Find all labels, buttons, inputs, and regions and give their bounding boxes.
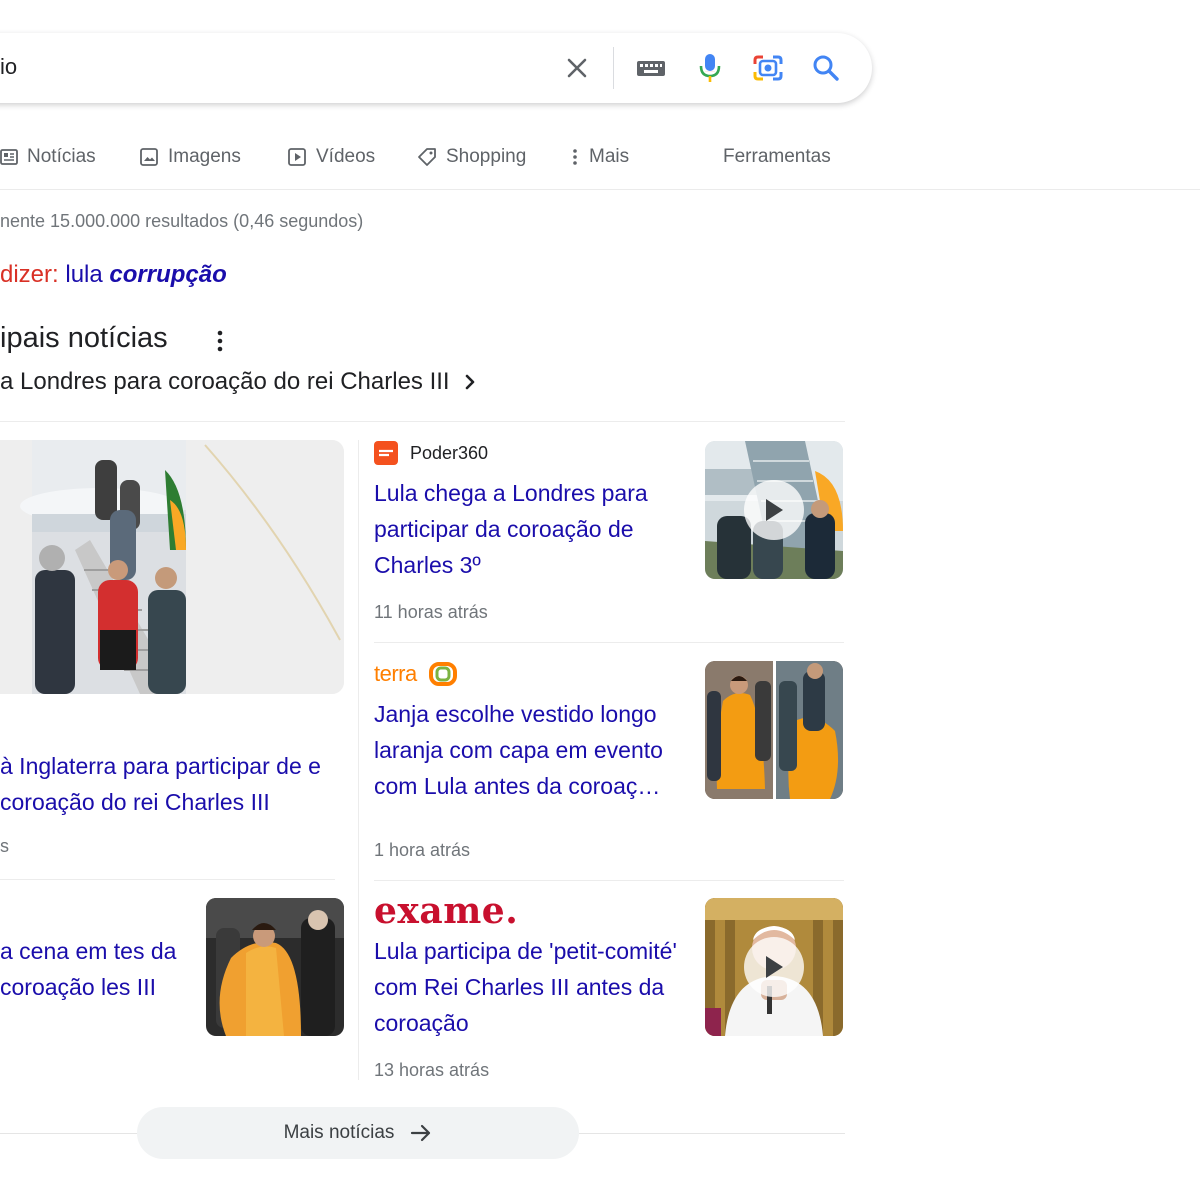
news-source-name: exame. <box>374 890 519 932</box>
news-source: terra <box>374 661 457 687</box>
section-divider <box>0 421 845 422</box>
tab-images-label: Imagens <box>168 146 241 167</box>
search-bar[interactable]: io <box>0 33 872 103</box>
did-you-mean: dizer: lula corrupção <box>0 261 227 289</box>
tab-videos-label: Vídeos <box>316 146 376 167</box>
tab-more[interactable]: Mais <box>570 140 629 174</box>
news-card-thumbnail[interactable] <box>705 441 843 579</box>
more-news-label: Mais notícias <box>283 1122 395 1143</box>
news-source-name: terra <box>374 661 417 686</box>
left-story-thumbnail[interactable] <box>206 898 344 1036</box>
camera-lens-icon[interactable] <box>750 50 786 86</box>
play-icon <box>766 499 783 521</box>
tab-tools[interactable]: Ferramentas <box>723 140 831 174</box>
news-card[interactable]: terra Janja escolhe vestido longo laranj… <box>374 661 844 867</box>
column-divider <box>358 440 359 1080</box>
more-options-icon[interactable] <box>208 326 232 356</box>
did-you-mean-prefix: dizer: <box>0 261 59 288</box>
news-source: Poder360 <box>374 441 488 465</box>
tab-shopping[interactable]: Shopping <box>417 140 526 174</box>
full-coverage-label: a Londres para coroação do rei Charles I… <box>0 368 450 395</box>
poder360-logo-icon <box>374 441 398 465</box>
image-icon <box>140 148 158 166</box>
close-icon[interactable] <box>559 50 595 86</box>
video-icon <box>288 148 306 166</box>
news-card[interactable]: Poder360 Lula chega a Londres para parti… <box>374 441 844 627</box>
lead-story-time: s <box>0 836 9 856</box>
search-input[interactable]: io <box>0 54 17 80</box>
tab-shopping-label: Shopping <box>446 146 527 167</box>
search-icon[interactable] <box>808 50 844 86</box>
news-card-title[interactable]: Janja escolhe vestido longo laranja com … <box>374 696 679 804</box>
lead-story-title[interactable]: à Inglaterra para participar de e coroaç… <box>0 748 340 820</box>
lead-story-image[interactable] <box>0 440 344 694</box>
did-you-mean-emphasis: corrupção <box>109 261 227 288</box>
news-card-time: 1 hora atrás <box>374 840 471 860</box>
mic-icon[interactable] <box>692 50 728 86</box>
news-card-title[interactable]: Lula chega a Londres para participar da … <box>374 475 679 583</box>
terra-logo-icon <box>428 662 457 686</box>
news-card-title[interactable]: Lula participa de 'petit-comité' com Rei… <box>374 933 679 1041</box>
search-divider <box>613 47 614 89</box>
play-button[interactable] <box>744 480 804 540</box>
news-card-thumbnail[interactable] <box>705 661 843 799</box>
full-coverage-link[interactable]: a Londres para coroação do rei Charles I… <box>0 368 476 396</box>
tabs-divider <box>0 189 1200 190</box>
did-you-mean-link[interactable]: lula corrupção <box>65 261 226 288</box>
left-story-title[interactable]: a cena em tes da coroação les III <box>0 933 190 1005</box>
tab-news[interactable]: Notícias <box>0 140 96 174</box>
play-button[interactable] <box>744 937 804 997</box>
did-you-mean-plain: lula <box>65 261 103 288</box>
tab-tools-label: Ferramentas <box>723 146 831 167</box>
chevron-right-icon <box>465 374 474 390</box>
tab-more-label: Mais <box>589 146 630 167</box>
left-divider <box>0 879 335 880</box>
tab-news-label: Notícias <box>27 146 96 167</box>
news-icon <box>0 149 18 165</box>
top-stories-heading: ipais notícias <box>0 322 168 354</box>
news-card-time: 11 horas atrás <box>374 602 488 622</box>
more-news-button[interactable]: Mais notícias <box>137 1107 579 1159</box>
news-source: exame. <box>374 890 519 932</box>
keyboard-icon[interactable] <box>633 50 669 86</box>
tab-images[interactable]: Imagens <box>139 140 241 174</box>
tab-videos[interactable]: Vídeos <box>287 140 375 174</box>
news-card-thumbnail[interactable] <box>705 898 843 1036</box>
play-icon <box>766 956 783 978</box>
card-divider <box>374 880 844 881</box>
news-card-time: 13 horas atrás <box>374 1060 490 1080</box>
arrow-right-icon <box>411 1124 431 1142</box>
results-stats: nente 15.000.000 resultados (0,46 segund… <box>0 211 364 231</box>
news-card[interactable]: exame. Lula participa de 'petit-comité' … <box>374 890 844 1084</box>
more-vert-icon <box>573 149 577 165</box>
tag-icon <box>418 148 436 166</box>
news-source-name: Poder360 <box>410 442 489 463</box>
card-divider <box>374 642 844 643</box>
